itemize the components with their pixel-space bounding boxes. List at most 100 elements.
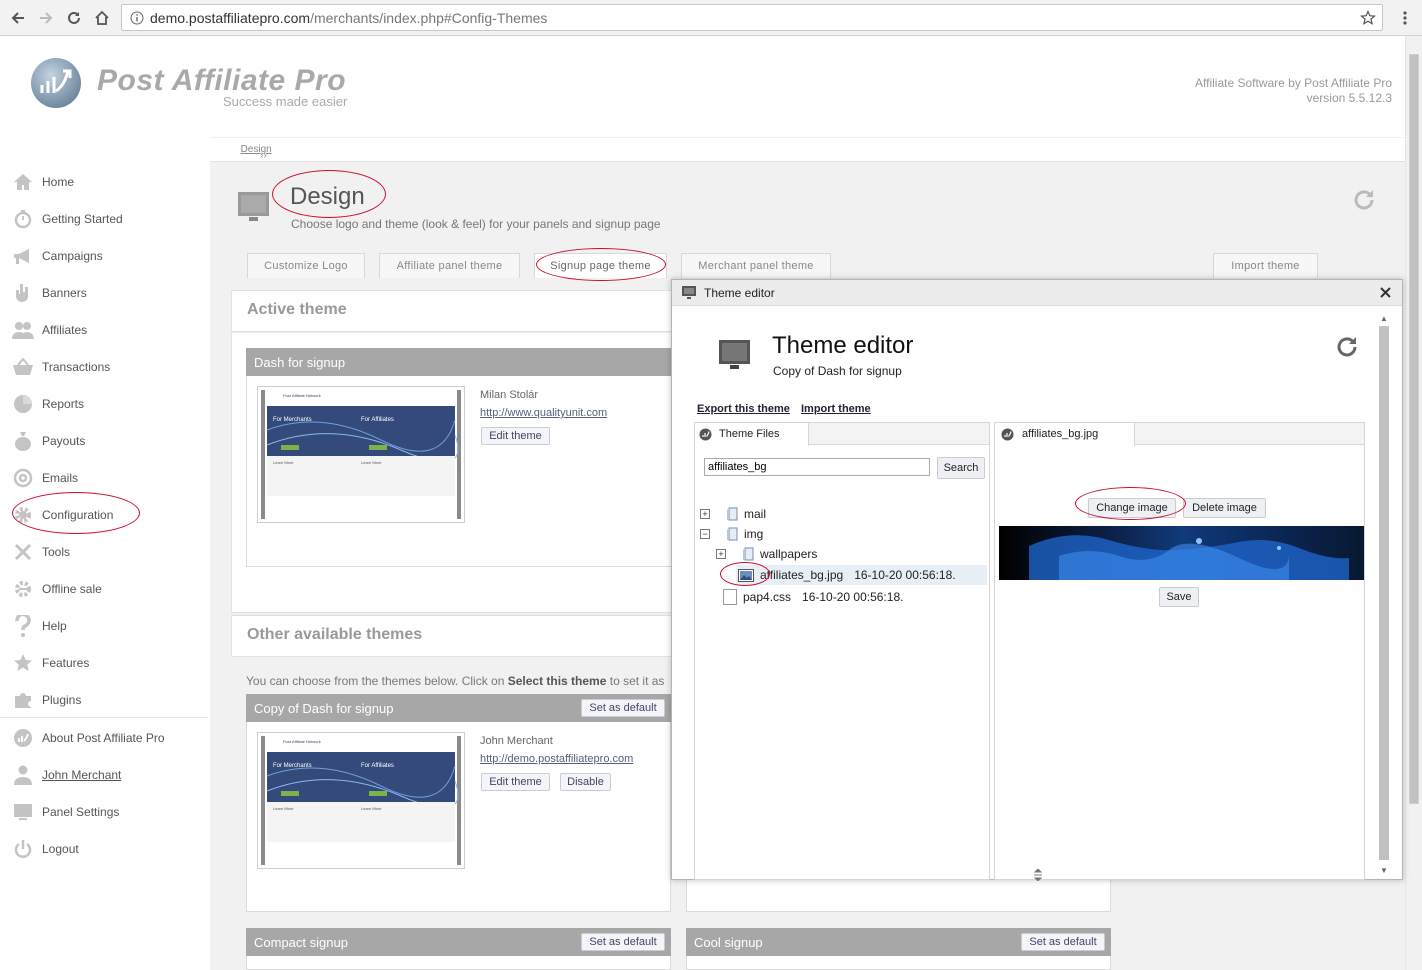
theme-author-link[interactable]: http://www.qualityunit.com <box>480 407 607 419</box>
expand-toggle-icon[interactable]: + <box>716 549 726 559</box>
tab-merchant-panel-theme[interactable]: Merchant panel theme <box>681 253 831 278</box>
tab-import-theme[interactable]: Import theme <box>1213 253 1318 278</box>
theme-editor-dialog: Theme editor ▲ ▼ Theme editor Copy of Da… <box>671 279 1403 881</box>
delete-image-button[interactable]: Delete image <box>1183 498 1266 518</box>
refresh-icon[interactable] <box>1335 335 1359 359</box>
set-as-default-button[interactable]: Set as default <box>1021 933 1105 951</box>
edit-theme-button[interactable]: Edit theme <box>481 427 550 445</box>
money-bag-icon <box>12 431 34 451</box>
sidebar-item-label: About Post Affiliate Pro <box>42 731 165 745</box>
annotation-ellipse <box>272 170 386 218</box>
home-browser-icon[interactable] <box>90 6 114 30</box>
sidebar-item-logout[interactable]: Logout <box>12 837 207 861</box>
puzzle-icon <box>12 690 34 710</box>
tree-item-wallpapers[interactable]: + wallpapers <box>716 544 817 564</box>
sidebar-item-getting-started[interactable]: Getting Started <box>12 207 207 231</box>
sidebar-item-payouts[interactable]: Payouts <box>12 429 207 453</box>
sidebar-item-panel-settings[interactable]: Panel Settings <box>12 800 207 824</box>
tree-item-affiliates-bg[interactable]: affiliates_bg.jpg 16-10-20 00:56:18. <box>736 565 987 585</box>
home-icon <box>12 172 34 192</box>
sidebar-item-home[interactable]: Home <box>12 170 207 194</box>
sidebar-item-label: Panel Settings <box>42 805 120 819</box>
sidebar-item-reports[interactable]: Reports <box>12 392 207 416</box>
tree-item-pap4-css[interactable]: pap4.css 16-10-20 00:56:18. <box>723 587 903 607</box>
sidebar-item-about[interactable]: About Post Affiliate Pro <box>12 726 207 750</box>
logo-tagline: Success made easier <box>223 94 348 109</box>
expand-toggle-icon[interactable]: + <box>700 509 710 519</box>
tab-affiliate-panel-theme[interactable]: Affiliate panel theme <box>379 253 520 278</box>
monitor-icon <box>237 190 271 224</box>
url-text: demo.postaffiliatepro.com/merchants/inde… <box>150 10 548 26</box>
sidebar-item-label: Affiliates <box>42 323 88 337</box>
tab-label: affiliates_bg.jpg <box>1022 428 1099 440</box>
page-scrollbar[interactable] <box>1405 36 1422 970</box>
file-search-input[interactable] <box>704 458 930 476</box>
sidebar-item-label: Transactions <box>42 360 111 374</box>
save-button[interactable]: Save <box>1159 587 1199 607</box>
tab-affiliates-bg[interactable]: affiliates_bg.jpg <box>995 423 1135 446</box>
pap-logo-icon <box>1001 428 1014 441</box>
refresh-icon[interactable] <box>1352 188 1376 212</box>
sidebar-item-banners[interactable]: Banners <box>12 281 207 305</box>
set-as-default-button[interactable]: Set as default <box>581 699 665 717</box>
sidebar-item-label: Tools <box>42 545 71 559</box>
edit-theme-button[interactable]: Edit theme <box>481 773 550 791</box>
tab-theme-files[interactable]: Theme Files <box>695 423 809 446</box>
dialog-titlebar[interactable]: Theme editor <box>672 280 1402 306</box>
export-theme-link[interactable]: Export this theme <box>697 403 790 415</box>
theme-name: Compact signup <box>254 934 348 950</box>
info-icon[interactable] <box>130 11 144 25</box>
sidebar-item-emails[interactable]: Emails <box>12 466 207 490</box>
thumb-brand: Post Affiliate Network <box>283 393 321 398</box>
tree-item-mail[interactable]: + mail <box>700 504 766 524</box>
sidebar-divider <box>0 717 208 718</box>
sidebar-item-label: Reports <box>42 397 85 411</box>
theme-author-link[interactable]: http://demo.postaffiliatepro.com <box>480 753 633 765</box>
bookmark-star-icon[interactable] <box>1360 10 1376 26</box>
forward-arrow-icon[interactable] <box>34 6 58 30</box>
import-theme-link[interactable]: Import theme <box>801 403 871 415</box>
sidebar-item-affiliates[interactable]: Affiliates <box>12 318 207 342</box>
sidebar-item-help[interactable]: Help <box>12 614 207 638</box>
resize-handle-icon[interactable] <box>1033 869 1043 881</box>
back-arrow-icon[interactable] <box>6 6 30 30</box>
sidebar-item-plugins[interactable]: Plugins <box>12 688 207 712</box>
image-preview <box>999 526 1364 580</box>
tab-customize-logo[interactable]: Customize Logo <box>247 253 365 278</box>
thumb-learn-more: Learn More <box>273 460 294 465</box>
version-line: version 5.5.12.3 <box>1306 91 1392 105</box>
search-button[interactable]: Search <box>937 457 985 479</box>
at-sign-icon <box>12 468 34 488</box>
basket-icon <box>12 357 34 377</box>
question-icon <box>12 615 34 637</box>
sidebar-item-transactions[interactable]: Transactions <box>12 355 207 379</box>
folder-icon <box>727 507 738 521</box>
reload-icon[interactable] <box>62 6 86 30</box>
sidebar-item-tools[interactable]: Tools <box>12 540 207 564</box>
tree-item-img[interactable]: − img <box>700 524 763 544</box>
collapse-toggle-icon[interactable]: − <box>700 529 710 539</box>
thumb-panel-left: For Merchants <box>273 763 312 769</box>
breadcrumb-link-design[interactable]: Design <box>241 144 272 155</box>
browser-menu-icon[interactable] <box>1393 6 1417 30</box>
sidebar-item-features[interactable]: Features <box>12 651 207 675</box>
folder-icon <box>727 527 738 541</box>
active-theme-heading: Active theme <box>247 301 347 318</box>
theme-thumbnail[interactable]: Post Affiliate Network For Merchants For A… <box>257 732 465 869</box>
other-themes-heading: Other available themes <box>247 626 423 643</box>
theme-author: John Merchant <box>480 735 553 747</box>
dialog-scrollbar[interactable]: ▲ ▼ <box>1378 314 1390 878</box>
offline-sale-icon <box>12 579 34 599</box>
sidebar-item-offline-sale[interactable]: Offline sale <box>12 577 207 601</box>
disable-button[interactable]: Disable <box>560 773 611 791</box>
address-bar[interactable]: demo.postaffiliatepro.com/merchants/inde… <box>121 4 1383 31</box>
thumb-learn-more: Learn More <box>273 806 294 811</box>
sidebar-item-campaigns[interactable]: Campaigns <box>12 244 207 268</box>
set-as-default-button[interactable]: Set as default <box>581 933 665 951</box>
sidebar-item-john-merchant[interactable]: John Merchant <box>12 763 207 787</box>
theme-author: Milan Stolár <box>480 389 539 401</box>
folder-icon <box>743 547 754 561</box>
close-icon[interactable] <box>1380 287 1391 298</box>
tree-item-label: mail <box>744 507 767 521</box>
theme-thumbnail[interactable]: Post Affiliate Network For Merchants For A… <box>257 386 465 523</box>
